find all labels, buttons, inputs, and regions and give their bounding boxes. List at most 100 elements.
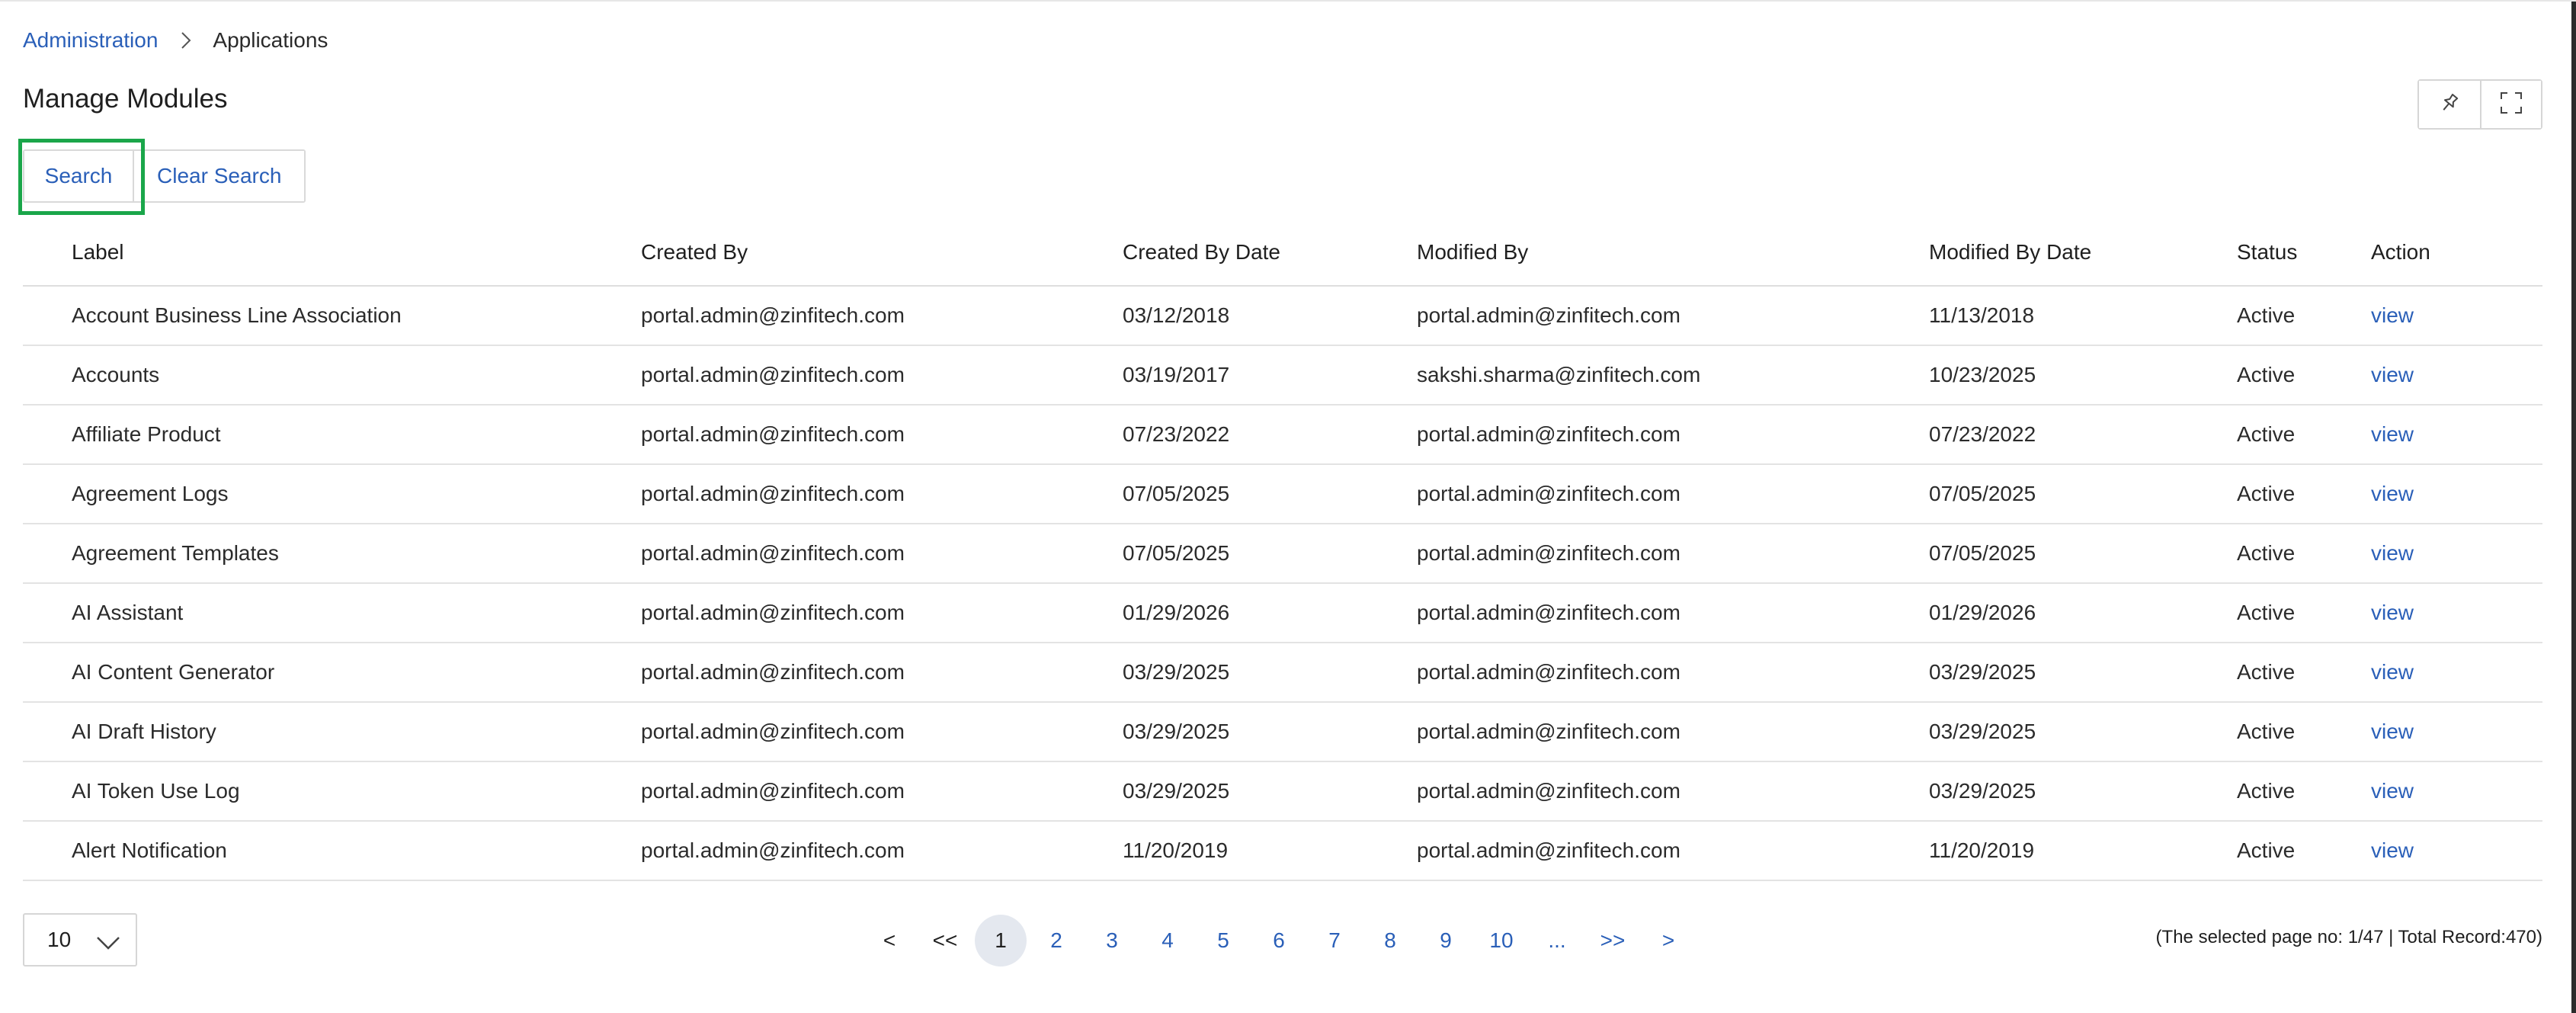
view-link[interactable]: view: [2371, 482, 2414, 505]
pin-button[interactable]: [2419, 81, 2480, 128]
cell-status: Active: [2237, 464, 2371, 524]
cell-created-by: portal.admin@zinfitech.com: [641, 345, 1123, 406]
view-link[interactable]: view: [2371, 601, 2414, 624]
prev-page-button[interactable]: <: [863, 915, 915, 967]
cell-label: Accounts: [23, 345, 641, 406]
cell-created-date: 03/29/2025: [1123, 702, 1417, 762]
view-link[interactable]: view: [2371, 541, 2414, 565]
cell-created-date: 03/29/2025: [1123, 761, 1417, 822]
record-info: (The selected page no: 1/47 | Total Reco…: [2155, 927, 2542, 947]
cell-modified-by: portal.admin@zinfitech.com: [1417, 821, 1929, 881]
cell-status: Active: [2237, 345, 2371, 406]
table-row: AI Draft History portal.admin@zinfitech.c…: [23, 702, 2542, 762]
cell-status: Active: [2237, 702, 2371, 762]
page-6-button[interactable]: 6: [1253, 915, 1305, 967]
cell-label: AI Content Generator: [23, 643, 641, 703]
page-5-button[interactable]: 5: [1197, 915, 1249, 967]
header-action: Action: [2371, 220, 2542, 287]
table-row: AI Assistant portal.admin@zinfitech.com 01…: [23, 583, 2542, 643]
next-page-button[interactable]: >: [1642, 915, 1694, 967]
header-created-date[interactable]: Created By Date: [1123, 220, 1417, 287]
cell-created-date: 07/05/2025: [1123, 464, 1417, 524]
pagination: < << 1 2 3 4 5 6 7 8 9 10 ... >> >: [863, 915, 1698, 967]
breadcrumb-administration[interactable]: Administration: [23, 28, 158, 53]
cell-modified-by: portal.admin@zinfitech.com: [1417, 583, 1929, 643]
page-9-button[interactable]: 9: [1420, 915, 1472, 967]
page-8-button[interactable]: 8: [1364, 915, 1416, 967]
header-modified-date[interactable]: Modified By Date: [1929, 220, 2237, 287]
ellipsis-page-button[interactable]: ...: [1531, 915, 1583, 967]
page-1-button[interactable]: 1: [975, 915, 1027, 967]
first-page-button[interactable]: <<: [919, 915, 971, 967]
cell-modified-date: 07/05/2025: [1929, 464, 2237, 524]
cell-created-by: portal.admin@zinfitech.com: [641, 524, 1123, 584]
cell-modified-date: 03/29/2025: [1929, 643, 2237, 703]
last-page-button[interactable]: >>: [1587, 915, 1639, 967]
cell-created-date: 03/12/2018: [1123, 286, 1417, 346]
header-label[interactable]: Label: [23, 220, 641, 287]
view-link[interactable]: view: [2371, 838, 2414, 862]
page-size-select[interactable]: 10: [23, 913, 137, 967]
page-3-button[interactable]: 3: [1086, 915, 1138, 967]
breadcrumb: Administration Applications: [23, 27, 328, 53]
cell-status: Active: [2237, 583, 2371, 643]
cell-modified-date: 07/23/2022: [1929, 405, 2237, 465]
cell-status: Active: [2237, 761, 2371, 822]
cell-label: AI Assistant: [23, 583, 641, 643]
cell-action: view: [2371, 524, 2542, 584]
page-2-button[interactable]: 2: [1030, 915, 1082, 967]
cell-created-by: portal.admin@zinfitech.com: [641, 643, 1123, 703]
header-tools: [2417, 79, 2542, 130]
header-status[interactable]: Status: [2237, 220, 2371, 287]
breadcrumb-applications: Applications: [213, 28, 328, 52]
cell-modified-by: portal.admin@zinfitech.com: [1417, 405, 1929, 465]
cell-created-date: 11/20/2019: [1123, 821, 1417, 881]
cell-label: Agreement Templates: [23, 524, 641, 584]
cell-label: Alert Notification: [23, 821, 641, 881]
cell-label: AI Token Use Log: [23, 761, 641, 822]
view-link[interactable]: view: [2371, 422, 2414, 446]
cell-modified-by: portal.admin@zinfitech.com: [1417, 761, 1929, 822]
cell-created-date: 03/29/2025: [1123, 643, 1417, 703]
table-header-row: Label Created By Created By Date Modifie…: [23, 220, 2542, 287]
cell-label: Account Business Line Association: [23, 286, 641, 346]
chevron-right-icon: [181, 31, 191, 50]
view-link[interactable]: view: [2371, 779, 2414, 803]
cell-action: view: [2371, 464, 2542, 524]
cell-created-by: portal.admin@zinfitech.com: [641, 464, 1123, 524]
fullscreen-button[interactable]: [2480, 81, 2541, 128]
cell-modified-by: portal.admin@zinfitech.com: [1417, 524, 1929, 584]
cell-created-date: 07/05/2025: [1123, 524, 1417, 584]
cell-created-date: 01/29/2026: [1123, 583, 1417, 643]
page-4-button[interactable]: 4: [1142, 915, 1193, 967]
view-link[interactable]: view: [2371, 660, 2414, 684]
view-link[interactable]: view: [2371, 303, 2414, 327]
cell-modified-date: 11/20/2019: [1929, 821, 2237, 881]
cell-action: view: [2371, 583, 2542, 643]
page-size-value: 10: [47, 928, 72, 951]
cell-action: view: [2371, 643, 2542, 703]
page-10-button[interactable]: 10: [1475, 915, 1527, 967]
cell-label: Affiliate Product: [23, 405, 641, 465]
table-row: Account Business Line Association portal.…: [23, 286, 2542, 346]
cell-created-date: 07/23/2022: [1123, 405, 1417, 465]
cell-created-by: portal.admin@zinfitech.com: [641, 702, 1123, 762]
search-button[interactable]: Search: [24, 151, 133, 201]
table-row: Agreement Logs portal.admin@zinfitech.com…: [23, 464, 2542, 524]
cell-status: Active: [2237, 524, 2371, 584]
page-7-button[interactable]: 7: [1309, 915, 1360, 967]
header-created-by[interactable]: Created By: [641, 220, 1123, 287]
cell-action: view: [2371, 286, 2542, 346]
table-body: Account Business Line Association portal.…: [23, 286, 2542, 881]
table-row: Alert Notification portal.admin@zinfitech…: [23, 821, 2542, 881]
header-modified-by[interactable]: Modified By: [1417, 220, 1929, 287]
cell-modified-by: sakshi.sharma@zinfitech.com: [1417, 345, 1929, 406]
clear-search-button[interactable]: Clear Search: [133, 151, 305, 201]
cell-modified-date: 07/05/2025: [1929, 524, 2237, 584]
view-link[interactable]: view: [2371, 363, 2414, 386]
cell-created-by: portal.admin@zinfitech.com: [641, 286, 1123, 346]
cell-action: view: [2371, 702, 2542, 762]
cell-created-by: portal.admin@zinfitech.com: [641, 405, 1123, 465]
modules-table: Label Created By Created By Date Modifie…: [23, 220, 2542, 881]
view-link[interactable]: view: [2371, 720, 2414, 743]
